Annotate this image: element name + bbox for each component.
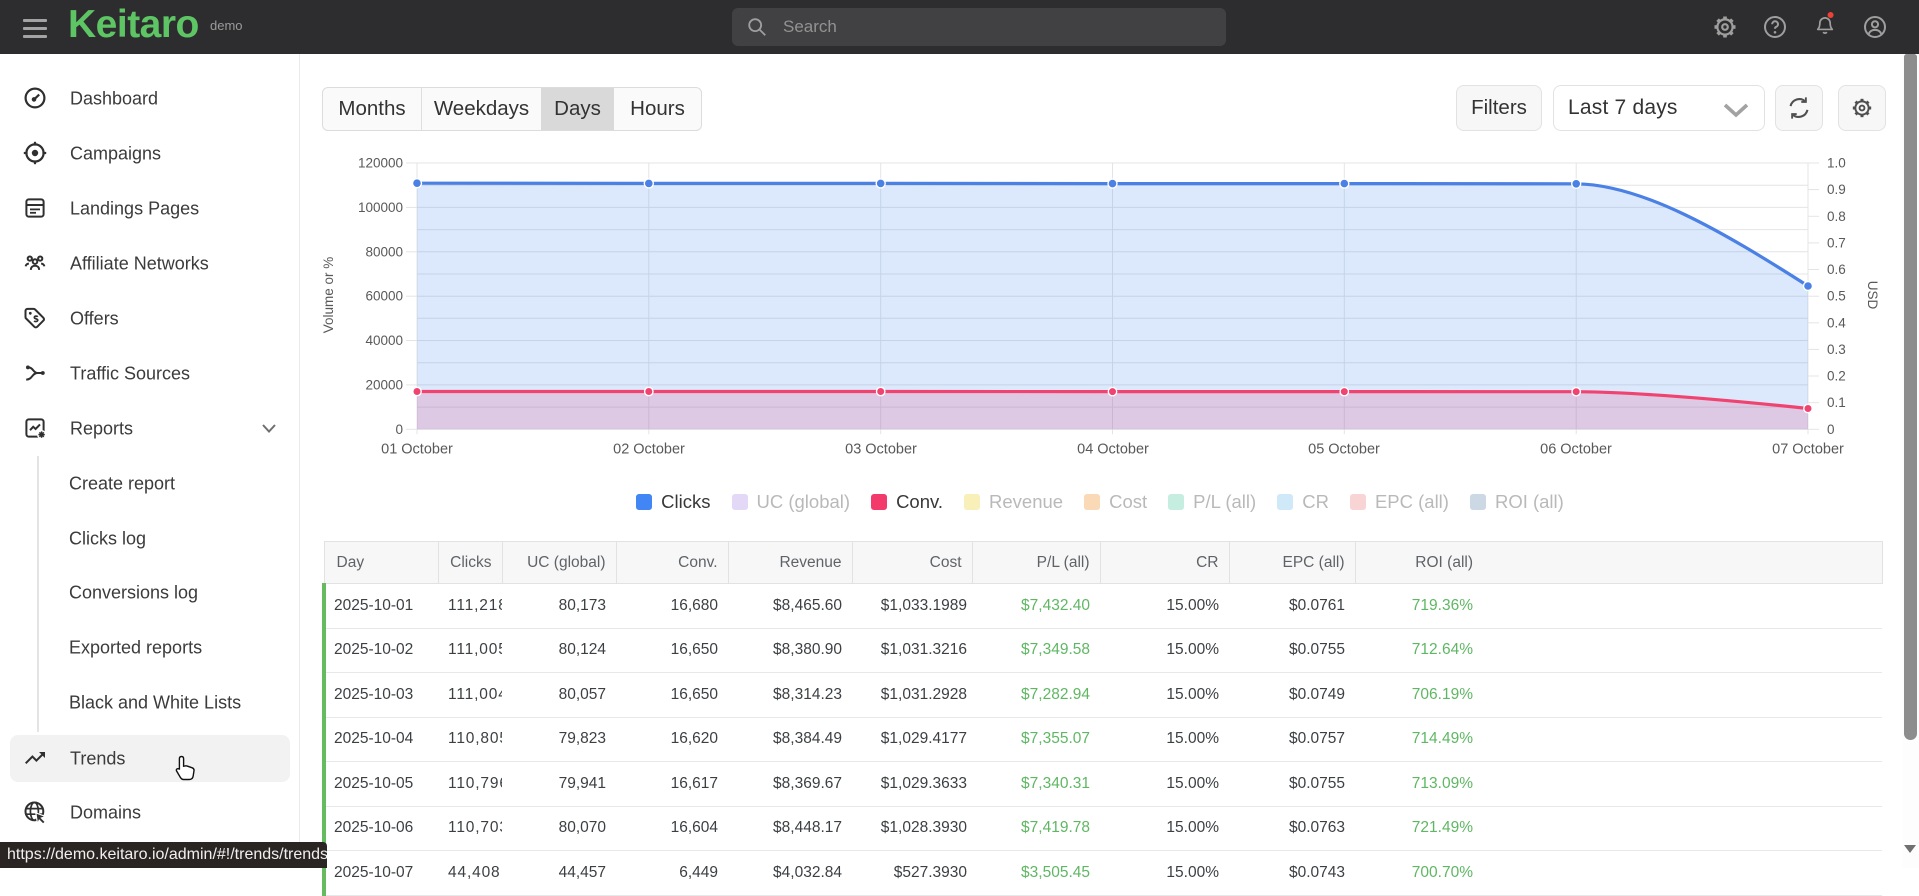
svg-text:05 October: 05 October xyxy=(1308,442,1380,458)
svg-text:80000: 80000 xyxy=(365,244,403,259)
svg-text:04 October: 04 October xyxy=(1077,442,1149,458)
svg-text:100000: 100000 xyxy=(358,200,403,215)
svg-text:USD: USD xyxy=(1865,281,1880,310)
svg-text:20000: 20000 xyxy=(365,377,403,392)
svg-text:02 October: 02 October xyxy=(613,442,685,458)
svg-text:60000: 60000 xyxy=(365,289,403,304)
svg-text:01 October: 01 October xyxy=(381,442,453,458)
svg-text:120000: 120000 xyxy=(358,156,403,171)
svg-text:0.9: 0.9 xyxy=(1827,182,1846,197)
svg-text:03 October: 03 October xyxy=(845,442,917,458)
svg-text:0.3: 0.3 xyxy=(1827,342,1846,357)
svg-text:1.0: 1.0 xyxy=(1827,156,1846,171)
svg-text:0.7: 0.7 xyxy=(1827,235,1846,250)
svg-text:0.8: 0.8 xyxy=(1827,209,1846,224)
svg-text:Volume or %: Volume or % xyxy=(321,257,336,334)
svg-text:0.2: 0.2 xyxy=(1827,369,1846,384)
svg-text:0: 0 xyxy=(1827,422,1835,437)
svg-text:0: 0 xyxy=(395,422,403,437)
svg-text:0.5: 0.5 xyxy=(1827,289,1846,304)
svg-text:0.1: 0.1 xyxy=(1827,395,1846,410)
svg-text:06 October: 06 October xyxy=(1540,442,1612,458)
svg-text:40000: 40000 xyxy=(365,333,403,348)
svg-text:0.6: 0.6 xyxy=(1827,262,1846,277)
svg-text:07 October: 07 October xyxy=(1772,442,1844,458)
svg-text:0.4: 0.4 xyxy=(1827,315,1846,330)
